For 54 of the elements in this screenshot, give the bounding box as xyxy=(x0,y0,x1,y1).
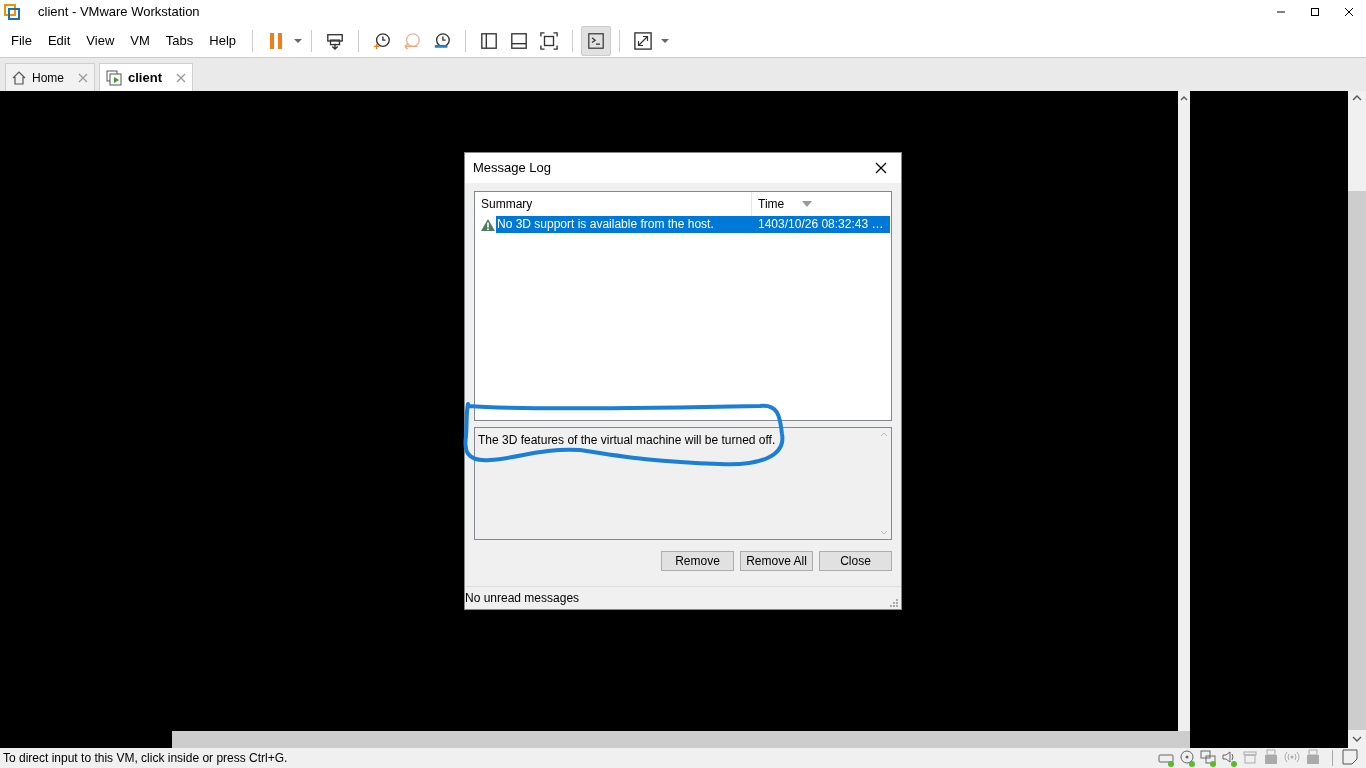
tab[interactable]: Home xyxy=(5,63,95,91)
message-summary: No 3D support is available from the host. xyxy=(496,216,752,233)
menu-item[interactable]: Help xyxy=(201,30,245,51)
vm-running-icon xyxy=(106,69,122,86)
close-icon xyxy=(875,162,887,174)
maximize-icon xyxy=(1309,6,1321,18)
caret-icon[interactable] xyxy=(293,37,304,44)
column-header[interactable]: Time xyxy=(752,192,891,216)
tab-label: Home xyxy=(32,69,64,87)
message-detail: The 3D features of the virtual machine will be turned off. xyxy=(478,433,776,447)
disc-icon[interactable] xyxy=(1179,749,1197,767)
sidebar-icon xyxy=(480,30,499,51)
dialog-title: Message Log xyxy=(473,159,552,178)
app-logo-icon xyxy=(4,4,20,20)
tab[interactable]: client xyxy=(99,63,193,91)
resize-icon xyxy=(634,30,653,51)
clock-plus-icon xyxy=(373,30,392,51)
dialog-status: No unread messages xyxy=(465,590,580,607)
message-time: 1403/10/26 08:32:43 … xyxy=(752,216,890,233)
fullscreen-icon xyxy=(540,30,559,51)
menu-item[interactable]: Tabs xyxy=(157,30,202,51)
dialog-button[interactable]: Remove All xyxy=(740,551,813,571)
scroll-down-icon[interactable] xyxy=(1352,736,1362,742)
vertical-scrollbar[interactable] xyxy=(1178,91,1190,731)
sort-arrow-icon xyxy=(802,201,813,207)
caret-icon[interactable] xyxy=(660,37,671,44)
menu-item[interactable]: VM xyxy=(122,30,158,51)
dialog-button[interactable]: Remove xyxy=(661,551,734,571)
message-row[interactable]: No 3D support is available from the host. 1403/10/26 08:32:43 … xyxy=(475,216,891,233)
note-icon[interactable] xyxy=(1342,749,1360,767)
bottom-panel-icon xyxy=(510,30,529,51)
home-icon xyxy=(12,70,26,85)
terminal-icon xyxy=(588,30,605,51)
tab-label: client xyxy=(128,68,162,87)
menu-item[interactable]: Edit xyxy=(39,30,79,51)
vertical-scrollbar[interactable] xyxy=(1348,91,1366,748)
dialog-button[interactable]: Close xyxy=(819,551,892,571)
resize-grip-icon xyxy=(890,599,898,607)
speaker-icon[interactable] xyxy=(1221,749,1239,767)
menu-item[interactable]: File xyxy=(3,30,40,51)
clock-arrow-icon xyxy=(403,30,422,51)
window-title: client - VMware Workstation xyxy=(38,3,200,22)
status-text: To direct input to this VM, click inside or press Ctrl+G. xyxy=(2,750,288,767)
toolbar-button[interactable] xyxy=(581,25,612,56)
horizontal-scrollbar[interactable] xyxy=(172,731,1190,748)
close-icon[interactable] xyxy=(78,72,88,83)
network-icon[interactable] xyxy=(1200,749,1218,767)
close-icon xyxy=(1343,6,1355,18)
scroll-up-icon[interactable] xyxy=(1180,95,1188,101)
warning-icon xyxy=(480,217,496,232)
clock-wrench-icon xyxy=(433,30,452,51)
scroll-up-icon[interactable] xyxy=(1352,95,1362,101)
close-icon[interactable] xyxy=(176,72,186,83)
menu-item[interactable]: View xyxy=(78,30,123,51)
